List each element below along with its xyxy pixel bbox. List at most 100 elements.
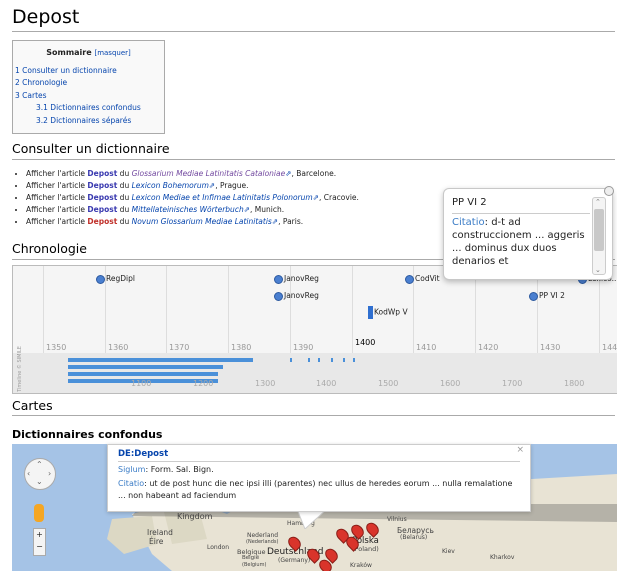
close-icon[interactable] <box>604 186 614 196</box>
overview-bar <box>68 372 218 376</box>
arrow-left-icon[interactable]: ‹ <box>27 469 30 478</box>
map-label: Kingdom <box>177 512 213 521</box>
dictionary-link[interactable]: Lexicon Mediae et Infimae Latinitatis Po… <box>132 193 313 202</box>
arrow-down-icon[interactable]: ⌄ <box>36 477 43 486</box>
tick-label: 144 <box>602 343 617 352</box>
article-headword[interactable]: Depost <box>87 193 117 202</box>
article-conj: du <box>117 169 132 178</box>
timeline-credit: Timeline © SIMILE <box>16 346 23 392</box>
table-of-contents: Sommaire [masquer] 1 Consulter un dictio… <box>12 40 165 134</box>
tick-label: 1300 <box>255 379 276 388</box>
article-prefix: Afficher l'article <box>26 193 88 202</box>
timeline-event[interactable]: KodWp V <box>368 306 408 319</box>
chevron-up-icon[interactable]: ⌃ <box>595 198 601 206</box>
tick-label: 1390 <box>293 343 314 352</box>
timeline-event[interactable]: JanovReg <box>274 274 319 284</box>
grid-line <box>43 266 44 353</box>
section-rule <box>12 415 615 416</box>
event-marker-icon <box>96 274 105 284</box>
event-label: KodWp V <box>374 307 408 317</box>
overview-bar <box>68 365 223 369</box>
map-popup-title[interactable]: DE:Depost <box>118 449 168 459</box>
article-conj: du <box>117 205 132 214</box>
article-suffix: , Munich. <box>250 205 285 214</box>
siglum-value: : Form. Sal. Bign. <box>145 465 214 474</box>
map-label: Nederland <box>247 532 279 539</box>
dictionary-link[interactable]: Mittellateinisches Wörterbuch <box>132 205 244 214</box>
article-headword[interactable]: Depost <box>87 205 117 214</box>
grid-line <box>166 266 167 353</box>
dictionary-link[interactable]: Lexicon Bohemorum <box>132 181 209 190</box>
zoom-in-icon[interactable]: + <box>34 529 45 541</box>
event-label: PP VI 2 <box>539 291 565 300</box>
event-label: RegDipl <box>106 274 135 283</box>
timeline-event[interactable]: JanovReg <box>274 291 319 301</box>
tick-label: 1400 <box>355 338 376 347</box>
tick-label: 1800 <box>564 379 585 388</box>
article-headword[interactable]: Depost <box>87 169 117 178</box>
chevron-down-icon[interactable]: ⌄ <box>595 266 601 274</box>
map-pan-control[interactable]: ⌃ ‹ › ⌄ <box>24 458 56 490</box>
article-suffix: , Paris. <box>278 217 304 226</box>
map-label: (Belarus) <box>400 534 428 541</box>
list-item: Afficher l'article Depost du Novum Gloss… <box>26 216 359 228</box>
map-label: (Belgium) <box>242 562 267 568</box>
article-headword[interactable]: Depost <box>87 217 117 226</box>
article-headword[interactable]: Depost <box>87 181 117 190</box>
citatio-value: : ut de post hunc die nec ipsi illi (par… <box>118 479 513 500</box>
map-label: (Germany) <box>278 557 311 564</box>
dictionary-link[interactable]: Glossarium Mediae Latinitatis Cataloniae <box>132 169 286 178</box>
map-label: Kharkov <box>490 554 515 561</box>
toc-heading: Sommaire [masquer] <box>13 48 164 57</box>
tick-label: 1370 <box>169 343 190 352</box>
page-title: Depost <box>12 6 80 28</box>
article-suffix: , Barcelone. <box>291 169 337 178</box>
toc-item-cartes[interactable]: 3 Cartes <box>15 91 47 100</box>
toc-item-separes[interactable]: 3.2 Dictionnaires séparés <box>36 116 131 125</box>
overview-bar <box>318 358 320 362</box>
list-item: Afficher l'article Depost du Mittellatei… <box>26 204 359 216</box>
article-conj: du <box>117 217 132 226</box>
section-heading-chronologie: Chronologie <box>12 241 87 256</box>
arrow-right-icon[interactable]: › <box>48 469 51 478</box>
toc-item-chronologie[interactable]: 2 Chronologie <box>15 78 67 87</box>
arrow-up-icon[interactable]: ⌃ <box>36 460 43 469</box>
citatio-key: Citatio <box>118 479 145 488</box>
toc-item-confondus[interactable]: 3.1 Dictionnaires confondus <box>36 103 141 112</box>
toc-toggle-link[interactable]: [masquer] <box>94 49 130 57</box>
popup-divider <box>452 213 590 214</box>
event-marker-icon <box>274 274 283 284</box>
tick-label: 1700 <box>502 379 523 388</box>
article-prefix: Afficher l'article <box>26 181 88 190</box>
popup-scrollbar[interactable]: ⌄ ⌃ <box>592 197 606 275</box>
map-label: London <box>207 544 229 551</box>
street-view-icon[interactable] <box>34 504 44 522</box>
timeline-event[interactable]: PP VI 2 <box>529 291 565 301</box>
dictionary-link[interactable]: Novum Glossarium Mediae Latinitatis <box>132 217 272 226</box>
tick-label: 1100 <box>131 379 152 388</box>
zoom-control[interactable]: + − <box>33 528 46 556</box>
toc-item-consulter[interactable]: 1 Consulter un dictionnaire <box>15 66 117 75</box>
article-prefix: Afficher l'article <box>26 217 88 226</box>
title-rule <box>12 31 615 32</box>
timeline-event-popup: PP VI 2 Citatio: d-t ad construccionem .… <box>443 186 614 280</box>
section-heading-cartes: Cartes <box>12 398 53 413</box>
tick-label: 1360 <box>108 343 129 352</box>
article-suffix: , Prague. <box>215 181 249 190</box>
article-list: Afficher l'article Depost du Glossarium … <box>20 168 359 228</box>
list-item: Afficher l'article Depost du Lexicon Boh… <box>26 180 359 192</box>
scrollbar-thumb[interactable] <box>594 209 604 251</box>
timeline-event[interactable]: CodVit <box>405 274 440 284</box>
close-icon[interactable]: × <box>516 445 524 455</box>
event-duration-bar <box>368 306 373 319</box>
tick-label: 1410 <box>416 343 437 352</box>
popup-key: Citatio <box>452 217 485 228</box>
section-heading-confondus: Dictionnaires confondus <box>12 428 163 441</box>
zoom-out-icon[interactable]: − <box>34 541 45 553</box>
map-popup-pointer <box>297 509 327 529</box>
timeline-event[interactable]: RegDipl <box>96 274 135 284</box>
timeline-widget[interactable]: RegDipl JanovReg JanovReg CodVit KodWp V… <box>12 265 617 394</box>
toc-title: Sommaire <box>46 48 92 57</box>
map-info-popup: DE:Depost × Siglum: Form. Sal. Bign. Cit… <box>107 444 531 512</box>
popup-body: Citatio: d-t ad construccionem ... agger… <box>452 216 590 268</box>
